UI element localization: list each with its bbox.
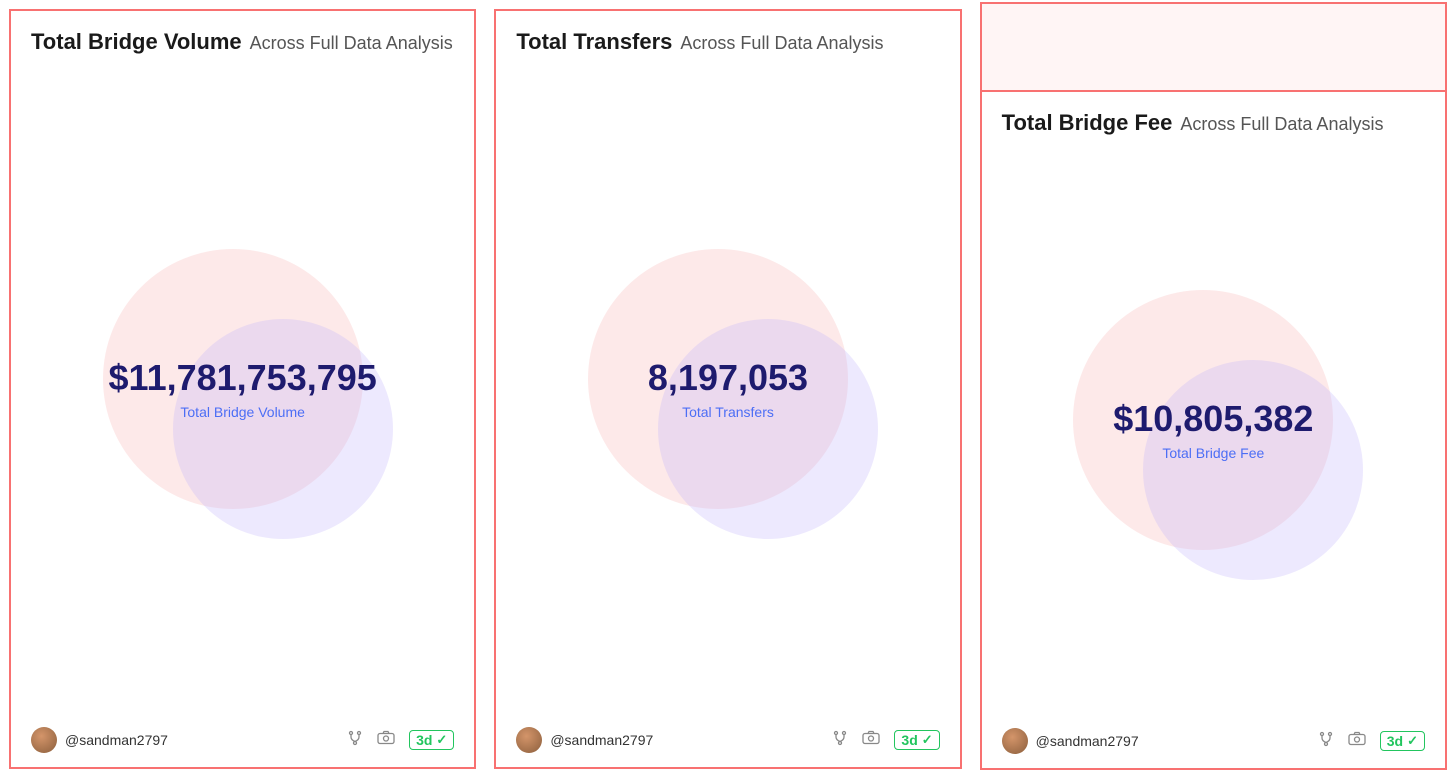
card-title-bold-3: Total Bridge Fee [1002, 110, 1173, 136]
card-total-transfers: Total Transfers Across Full Data Analysi… [494, 9, 961, 769]
avatar-inner-2 [516, 727, 542, 753]
bubble-text-3: $10,805,382 Total Bridge Fee [1113, 399, 1313, 461]
badge-3d-1: 3d ✓ [409, 730, 454, 750]
avatar-inner-1 [31, 727, 57, 753]
bubble-container-1: $11,781,753,795 Total Bridge Volume [93, 239, 393, 539]
badge-label-3: 3d [1387, 733, 1403, 749]
badge-label-2: 3d [901, 732, 917, 748]
cards-container: Total Bridge Volume Across Full Data Ana… [0, 0, 1456, 778]
badge-3d-3: 3d ✓ [1380, 731, 1425, 751]
avatar-inner-3 [1002, 728, 1028, 754]
footer-left-2: @sandman2797 [516, 727, 653, 753]
bubble-value-3: $10,805,382 [1113, 399, 1313, 439]
camera-icon-1[interactable] [377, 730, 395, 750]
fork-icon-2[interactable] [832, 730, 848, 751]
fork-icon-3[interactable] [1318, 731, 1334, 752]
username-3: @sandman2797 [1036, 733, 1139, 749]
bubble-text-1: $11,781,753,795 Total Bridge Volume [109, 358, 377, 420]
badge-3d-2: 3d ✓ [894, 730, 939, 750]
card-footer-3: @sandman2797 [982, 714, 1445, 768]
card-footer-2: @sandman2797 [496, 713, 959, 767]
fork-icon-1[interactable] [347, 730, 363, 751]
badge-check-1: ✓ [436, 732, 447, 748]
card-title-bold-2: Total Transfers [516, 29, 672, 55]
card-title-row-2: Total Transfers Across Full Data Analysi… [516, 29, 939, 55]
bubble-container-3: $10,805,382 Total Bridge Fee [1063, 280, 1363, 580]
bubble-text-2: 8,197,053 Total Transfers [648, 358, 808, 420]
card-header-1: Total Bridge Volume Across Full Data Ana… [11, 11, 474, 65]
card-footer-1: @sandman2797 [11, 713, 474, 767]
footer-icons-3: 3d ✓ [1318, 731, 1425, 752]
card-bridge-volume: Total Bridge Volume Across Full Data Ana… [9, 9, 476, 769]
bubble-label-3: Total Bridge Fee [1113, 445, 1313, 461]
footer-left-3: @sandman2797 [1002, 728, 1139, 754]
footer-icons-1: 3d ✓ [347, 730, 454, 751]
avatar-3 [1002, 728, 1028, 754]
card-body-3: $10,805,382 Total Bridge Fee [982, 146, 1445, 714]
camera-icon-3[interactable] [1348, 731, 1366, 751]
bubble-container-2: 8,197,053 Total Transfers [578, 239, 878, 539]
card-top-partial [980, 2, 1447, 90]
username-2: @sandman2797 [550, 732, 653, 748]
badge-check-3: ✓ [1407, 733, 1418, 749]
footer-left-1: @sandman2797 [31, 727, 168, 753]
card-body-1: $11,781,753,795 Total Bridge Volume [11, 65, 474, 713]
card-title-row-1: Total Bridge Volume Across Full Data Ana… [31, 29, 454, 55]
card-title-bold-1: Total Bridge Volume [31, 29, 242, 55]
avatar-1 [31, 727, 57, 753]
camera-icon-2[interactable] [862, 730, 880, 750]
card-bridge-fee: Total Bridge Fee Across Full Data Analys… [980, 90, 1447, 770]
card-header-2: Total Transfers Across Full Data Analysi… [496, 11, 959, 65]
badge-check-2: ✓ [922, 732, 933, 748]
bubble-label-2: Total Transfers [648, 404, 808, 420]
bubble-value-1: $11,781,753,795 [109, 358, 377, 398]
avatar-2 [516, 727, 542, 753]
username-1: @sandman2797 [65, 732, 168, 748]
footer-icons-2: 3d ✓ [832, 730, 939, 751]
bubble-lavender-1 [173, 319, 393, 539]
bubble-lavender-2 [658, 319, 878, 539]
badge-label-1: 3d [416, 732, 432, 748]
card-title-sub-3: Across Full Data Analysis [1180, 114, 1383, 135]
bubble-lavender-3 [1143, 360, 1363, 580]
card-title-sub-1: Across Full Data Analysis [250, 33, 453, 54]
card-title-sub-2: Across Full Data Analysis [680, 33, 883, 54]
card-header-3: Total Bridge Fee Across Full Data Analys… [982, 92, 1445, 146]
card-title-row-3: Total Bridge Fee Across Full Data Analys… [1002, 110, 1425, 136]
bubble-value-2: 8,197,053 [648, 358, 808, 398]
card-body-2: 8,197,053 Total Transfers [496, 65, 959, 713]
bubble-label-1: Total Bridge Volume [109, 404, 377, 420]
